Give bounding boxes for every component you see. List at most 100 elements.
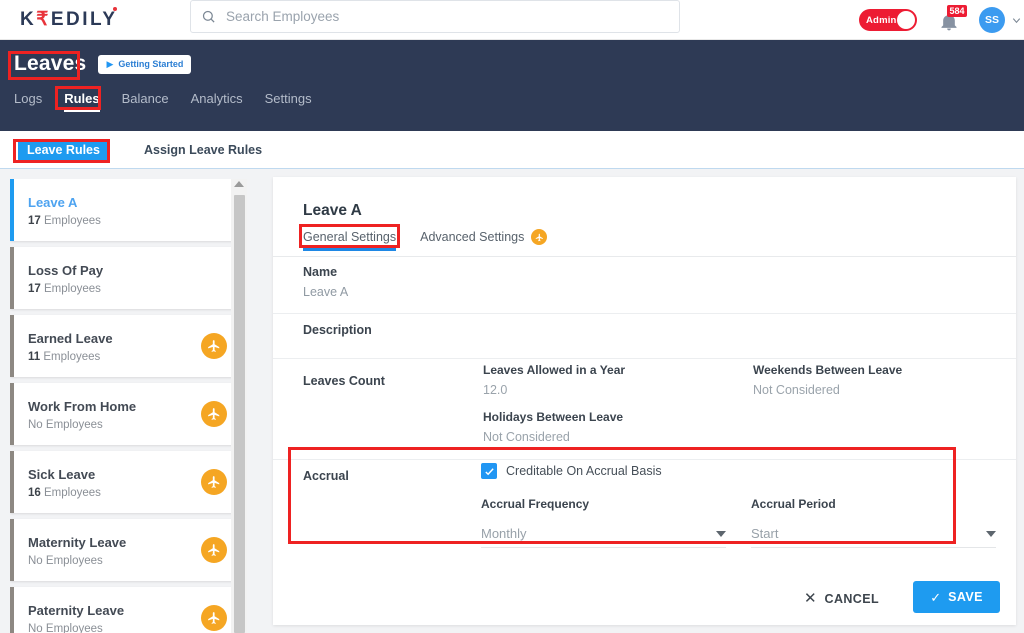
accrual-frequency-select[interactable]: Monthly xyxy=(481,526,726,548)
count-number: 11 xyxy=(28,351,41,363)
accrual-frequency-value: Monthly xyxy=(481,526,527,541)
search-bar[interactable] xyxy=(190,0,680,33)
tab-leave-rules[interactable]: Leave Rules xyxy=(18,138,109,161)
admin-toggle-label: Admin xyxy=(866,14,897,26)
creditable-accrual-checkbox[interactable] xyxy=(481,463,497,479)
accent-bar xyxy=(10,519,14,581)
tab-general-settings[interactable]: General Settings xyxy=(303,230,397,251)
weekends-between-leave-value: Not Considered xyxy=(753,383,840,397)
sidebar-scrollbar[interactable] xyxy=(231,179,247,633)
save-button[interactable]: ✓ SAVE xyxy=(913,581,1000,613)
close-icon: ✕ xyxy=(803,590,817,607)
leaves-allowed-value: 12.0 xyxy=(483,383,508,397)
chevron-down-icon xyxy=(986,530,996,537)
accent-bar xyxy=(10,247,14,309)
cancel-button[interactable]: ✕ CANCEL xyxy=(804,591,879,606)
page-title: Leaves xyxy=(14,52,87,75)
count-suffix: Employees xyxy=(43,351,101,363)
leave-types-sidebar: Leave A 17 Employees Loss Of Pay 17 Empl… xyxy=(10,179,243,633)
nav-tab-analytics[interactable]: Analytics xyxy=(191,91,243,112)
admin-toggle-knob xyxy=(897,11,915,29)
sidebar-item-maternity-leave[interactable]: Maternity Leave No Employees xyxy=(10,519,243,581)
check-icon xyxy=(484,467,494,475)
logo-dot xyxy=(112,7,117,11)
accrual-period-value: Start xyxy=(751,526,779,541)
cancel-label: CANCEL xyxy=(824,591,879,606)
creditable-accrual-checkbox-row[interactable]: Creditable On Accrual Basis xyxy=(481,463,662,479)
sidebar-item-leave-a[interactable]: Leave A 17 Employees xyxy=(10,179,243,241)
holidays-between-leave-block: Holidays Between Leave Not Considered xyxy=(483,410,623,444)
nav-tab-settings[interactable]: Settings xyxy=(265,91,312,112)
notifications-button[interactable]: 584 xyxy=(939,5,968,32)
content-area: Leave A 17 Employees Loss Of Pay 17 Empl… xyxy=(0,169,1024,633)
creditable-accrual-label: Creditable On Accrual Basis xyxy=(506,464,662,478)
getting-started-label: Getting Started xyxy=(118,59,184,69)
avatar[interactable]: SS xyxy=(979,7,1005,33)
leave-type-name: Leave A xyxy=(28,195,78,210)
leave-type-name: Loss Of Pay xyxy=(28,263,104,278)
accrual-label-block: Accrual xyxy=(303,469,349,483)
tab-assign-leave-rules[interactable]: Assign Leave Rules xyxy=(135,139,271,161)
tab-general-settings-label: General Settings xyxy=(303,230,397,244)
sidebar-item-loss-of-pay[interactable]: Loss Of Pay 17 Employees xyxy=(10,247,243,309)
airplane-icon xyxy=(201,469,227,495)
count-number: 17 xyxy=(28,283,41,295)
field-name-value: Leave A xyxy=(303,285,349,299)
holidays-between-leave-value: Not Considered xyxy=(483,430,570,444)
leave-type-count: 17 Employees xyxy=(28,215,243,227)
panel-tabs: General Settings Advanced Settings xyxy=(303,229,571,252)
nav-tab-balance[interactable]: Balance xyxy=(122,91,169,112)
count-suffix: Employees xyxy=(44,215,101,227)
top-bar-right: Admin 584 SS xyxy=(859,0,1024,40)
holidays-between-leave-label: Holidays Between Leave xyxy=(483,410,624,424)
leaves-allowed-label: Leaves Allowed in a Year xyxy=(483,363,626,377)
count-number: 16 xyxy=(28,487,41,499)
leave-type-count: No Employees xyxy=(28,555,103,567)
leave-rule-detail-panel: Leave A General Settings Advanced Settin… xyxy=(273,177,1016,625)
airplane-icon xyxy=(531,229,548,245)
logo-rest: EDILY xyxy=(50,8,118,30)
leave-type-count: 17 Employees xyxy=(28,283,243,295)
page-header: Leaves ▶ Getting Started Logs Rules Bala… xyxy=(0,40,1024,131)
divider xyxy=(273,358,1016,359)
airplane-icon xyxy=(201,537,227,563)
nav-tab-logs[interactable]: Logs xyxy=(14,91,42,112)
chevron-down-icon[interactable] xyxy=(1011,15,1022,26)
active-accent-bar xyxy=(10,179,14,241)
sidebar-item-paternity-leave[interactable]: Paternity Leave No Employees xyxy=(10,587,243,633)
getting-started-button[interactable]: ▶ Getting Started xyxy=(98,54,192,74)
weekends-between-leave-block: Weekends Between Leave Not Considered xyxy=(753,363,902,397)
header-nav-tabs: Logs Rules Balance Analytics Settings xyxy=(14,91,334,112)
sidebar-item-earned-leave[interactable]: Earned Leave 11 Employees xyxy=(10,315,243,377)
accrual-period-select[interactable]: Start xyxy=(751,526,996,548)
sidebar-item-sick-leave[interactable]: Sick Leave 16 Employees xyxy=(10,451,243,513)
kredily-logo[interactable]: K ₹ EDILY xyxy=(20,7,118,31)
play-icon: ▶ xyxy=(106,58,114,69)
count-number: 17 xyxy=(28,215,41,227)
airplane-icon xyxy=(201,401,227,427)
app-root: K₹EDILY Admin 584 SS xyxy=(0,0,1024,633)
nav-tab-rules[interactable]: Rules xyxy=(64,91,101,112)
search-input[interactable] xyxy=(226,9,669,24)
admin-toggle[interactable]: Admin xyxy=(859,9,917,31)
accent-bar xyxy=(10,383,14,445)
panel-tabs-divider xyxy=(273,256,1016,257)
accrual-frequency-label: Accrual Frequency xyxy=(481,497,590,511)
list-item-text: Paternity Leave No Employees xyxy=(28,601,201,633)
accrual-period-label: Accrual Period xyxy=(751,497,836,511)
page-title-row: Leaves ▶ Getting Started xyxy=(14,52,192,76)
airplane-icon xyxy=(201,605,227,631)
airplane-icon xyxy=(201,333,227,359)
scroll-up-arrow-icon[interactable] xyxy=(234,181,244,187)
leave-type-count: 11 Employees xyxy=(28,351,201,363)
count-suffix: Employees xyxy=(44,283,101,295)
leaves-count-label-block: Leaves Count xyxy=(303,374,385,388)
tab-advanced-settings[interactable]: Advanced Settings xyxy=(420,229,548,252)
scrollbar-thumb[interactable] xyxy=(234,195,245,633)
search-icon xyxy=(202,10,215,23)
leaves-count-label: Leaves Count xyxy=(303,374,385,388)
divider xyxy=(273,313,1016,314)
sidebar-item-work-from-home[interactable]: Work From Home No Employees xyxy=(10,383,243,445)
list-item-text: Loss Of Pay 17 Employees xyxy=(28,261,243,295)
notification-badge: 584 xyxy=(947,5,968,17)
